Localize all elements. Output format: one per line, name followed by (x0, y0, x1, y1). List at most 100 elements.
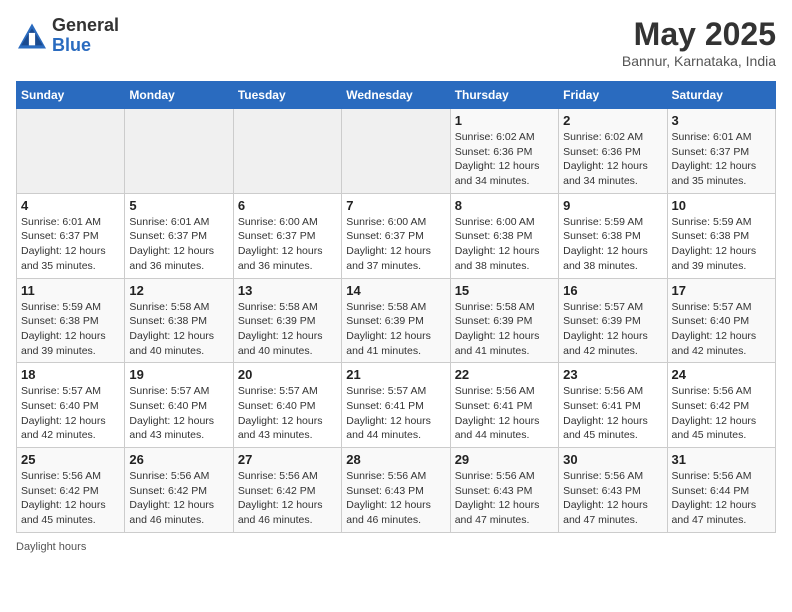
day-info: Sunrise: 5:56 AM Sunset: 6:42 PM Dayligh… (238, 469, 337, 528)
calendar-cell (342, 109, 450, 194)
day-number: 16 (563, 283, 662, 298)
calendar-cell: 14Sunrise: 5:58 AM Sunset: 6:39 PM Dayli… (342, 278, 450, 363)
day-number: 23 (563, 367, 662, 382)
calendar-cell: 1Sunrise: 6:02 AM Sunset: 6:36 PM Daylig… (450, 109, 558, 194)
day-info: Sunrise: 6:00 AM Sunset: 6:37 PM Dayligh… (346, 215, 445, 274)
calendar-cell: 29 Sunrise: 5:56 AM Sunset: 6:43 PM Dayli… (450, 448, 558, 533)
weekday-header-tuesday: Tuesday (233, 82, 341, 109)
calendar-cell: 5 Sunrise: 6:01 AM Sunset: 6:37 PM Daylig… (125, 193, 233, 278)
day-info: Sunrise: 5:57 AM Sunset: 6:40 PM Dayligh… (672, 300, 771, 359)
day-info: Sunrise: 5:56 AM Sunset: 6:41 PM Dayligh… (455, 384, 554, 443)
day-number: 18 (21, 367, 120, 382)
day-number: 30 (563, 452, 662, 467)
calendar-cell (125, 109, 233, 194)
day-info: Sunrise: 5:56 AM Sunset: 6:42 PM Dayligh… (129, 469, 228, 528)
logo-blue-text: Blue (52, 36, 119, 56)
day-number: 7 (346, 198, 445, 213)
day-number: 12 (129, 283, 228, 298)
logo-icon (16, 22, 48, 50)
day-info: Sunrise: 5:59 AM Sunset: 6:38 PM Dayligh… (672, 215, 771, 274)
page-header: General Blue May 2025 Bannur, Karnataka,… (16, 16, 776, 69)
weekday-header-friday: Friday (559, 82, 667, 109)
calendar-cell: 8 Sunrise: 6:00 AM Sunset: 6:38 PM Daylig… (450, 193, 558, 278)
daylight-label: Daylight hours (16, 541, 86, 553)
weekday-header-sunday: Sunday (17, 82, 125, 109)
calendar-cell: 30Sunrise: 5:56 AM Sunset: 6:43 PM Dayli… (559, 448, 667, 533)
logo: General Blue (16, 16, 119, 56)
day-info: Sunrise: 5:58 AM Sunset: 6:38 PM Dayligh… (129, 300, 228, 359)
calendar-table: SundayMondayTuesdayWednesdayThursdayFrid… (16, 81, 776, 533)
day-info: Sunrise: 5:58 AM Sunset: 6:39 PM Dayligh… (455, 300, 554, 359)
calendar-week-1: 1Sunrise: 6:02 AM Sunset: 6:36 PM Daylig… (17, 109, 776, 194)
logo-text: General Blue (52, 16, 119, 56)
calendar-cell: 3 Sunrise: 6:01 AM Sunset: 6:37 PM Daylig… (667, 109, 775, 194)
day-info: Sunrise: 5:57 AM Sunset: 6:40 PM Dayligh… (238, 384, 337, 443)
calendar-cell (233, 109, 341, 194)
day-number: 11 (21, 283, 120, 298)
day-info: Sunrise: 6:00 AM Sunset: 6:37 PM Dayligh… (238, 215, 337, 274)
day-info: Sunrise: 6:00 AM Sunset: 6:38 PM Dayligh… (455, 215, 554, 274)
day-number: 1 (455, 113, 554, 128)
day-number: 5 (129, 198, 228, 213)
day-info: Sunrise: 5:57 AM Sunset: 6:39 PM Dayligh… (563, 300, 662, 359)
calendar-week-5: 25 Sunrise: 5:56 AM Sunset: 6:42 PM Dayli… (17, 448, 776, 533)
calendar-cell: 23Sunrise: 5:56 AM Sunset: 6:41 PM Dayli… (559, 363, 667, 448)
weekday-header-thursday: Thursday (450, 82, 558, 109)
calendar-cell: 27 Sunrise: 5:56 AM Sunset: 6:42 PM Dayli… (233, 448, 341, 533)
day-number: 14 (346, 283, 445, 298)
day-number: 25 (21, 452, 120, 467)
day-info: Sunrise: 5:56 AM Sunset: 6:42 PM Dayligh… (672, 384, 771, 443)
day-number: 28 (346, 452, 445, 467)
weekday-header-saturday: Saturday (667, 82, 775, 109)
day-info: Sunrise: 5:57 AM Sunset: 6:40 PM Dayligh… (129, 384, 228, 443)
calendar-cell: 12 Sunrise: 5:58 AM Sunset: 6:38 PM Dayli… (125, 278, 233, 363)
calendar-week-4: 18 Sunrise: 5:57 AM Sunset: 6:40 PM Dayli… (17, 363, 776, 448)
day-number: 27 (238, 452, 337, 467)
calendar-cell: 2Sunrise: 6:02 AM Sunset: 6:36 PM Daylig… (559, 109, 667, 194)
day-number: 9 (563, 198, 662, 213)
month-title: May 2025 (622, 16, 776, 53)
day-number: 4 (21, 198, 120, 213)
day-info: Sunrise: 5:57 AM Sunset: 6:40 PM Dayligh… (21, 384, 120, 443)
location-subtitle: Bannur, Karnataka, India (622, 53, 776, 69)
day-info: Sunrise: 5:56 AM Sunset: 6:43 PM Dayligh… (455, 469, 554, 528)
calendar-cell: 25 Sunrise: 5:56 AM Sunset: 6:42 PM Dayli… (17, 448, 125, 533)
day-number: 3 (672, 113, 771, 128)
day-number: 10 (672, 198, 771, 213)
day-number: 15 (455, 283, 554, 298)
day-info: Sunrise: 6:01 AM Sunset: 6:37 PM Dayligh… (129, 215, 228, 274)
day-number: 6 (238, 198, 337, 213)
day-info: Sunrise: 5:58 AM Sunset: 6:39 PM Dayligh… (238, 300, 337, 359)
weekday-header-row: SundayMondayTuesdayWednesdayThursdayFrid… (17, 82, 776, 109)
calendar-cell (17, 109, 125, 194)
day-number: 26 (129, 452, 228, 467)
calendar-cell: 16 Sunrise: 5:57 AM Sunset: 6:39 PM Dayli… (559, 278, 667, 363)
day-info: Sunrise: 5:56 AM Sunset: 6:42 PM Dayligh… (21, 469, 120, 528)
day-number: 8 (455, 198, 554, 213)
day-number: 24 (672, 367, 771, 382)
calendar-cell: 19 Sunrise: 5:57 AM Sunset: 6:40 PM Dayli… (125, 363, 233, 448)
calendar-cell: 10 Sunrise: 5:59 AM Sunset: 6:38 PM Dayli… (667, 193, 775, 278)
calendar-week-2: 4 Sunrise: 6:01 AM Sunset: 6:37 PM Daylig… (17, 193, 776, 278)
calendar-cell: 7 Sunrise: 6:00 AM Sunset: 6:37 PM Daylig… (342, 193, 450, 278)
calendar-cell: 21Sunrise: 5:57 AM Sunset: 6:41 PM Dayli… (342, 363, 450, 448)
day-info: Sunrise: 5:59 AM Sunset: 6:38 PM Dayligh… (21, 300, 120, 359)
day-info: Sunrise: 5:59 AM Sunset: 6:38 PM Dayligh… (563, 215, 662, 274)
calendar-cell: 31Sunrise: 5:56 AM Sunset: 6:44 PM Dayli… (667, 448, 775, 533)
day-number: 29 (455, 452, 554, 467)
day-number: 19 (129, 367, 228, 382)
calendar-cell: 9 Sunrise: 5:59 AM Sunset: 6:38 PM Daylig… (559, 193, 667, 278)
title-block: May 2025 Bannur, Karnataka, India (622, 16, 776, 69)
calendar-cell: 28Sunrise: 5:56 AM Sunset: 6:43 PM Dayli… (342, 448, 450, 533)
calendar-cell: 20Sunrise: 5:57 AM Sunset: 6:40 PM Dayli… (233, 363, 341, 448)
logo-general-text: General (52, 16, 119, 36)
calendar-cell: 6 Sunrise: 6:00 AM Sunset: 6:37 PM Daylig… (233, 193, 341, 278)
day-number: 31 (672, 452, 771, 467)
day-info: Sunrise: 5:57 AM Sunset: 6:41 PM Dayligh… (346, 384, 445, 443)
calendar-cell: 18 Sunrise: 5:57 AM Sunset: 6:40 PM Dayli… (17, 363, 125, 448)
calendar-cell: 15 Sunrise: 5:58 AM Sunset: 6:39 PM Dayli… (450, 278, 558, 363)
day-number: 17 (672, 283, 771, 298)
day-info: Sunrise: 6:01 AM Sunset: 6:37 PM Dayligh… (672, 130, 771, 189)
day-info: Sunrise: 6:01 AM Sunset: 6:37 PM Dayligh… (21, 215, 120, 274)
calendar-week-3: 11 Sunrise: 5:59 AM Sunset: 6:38 PM Dayli… (17, 278, 776, 363)
